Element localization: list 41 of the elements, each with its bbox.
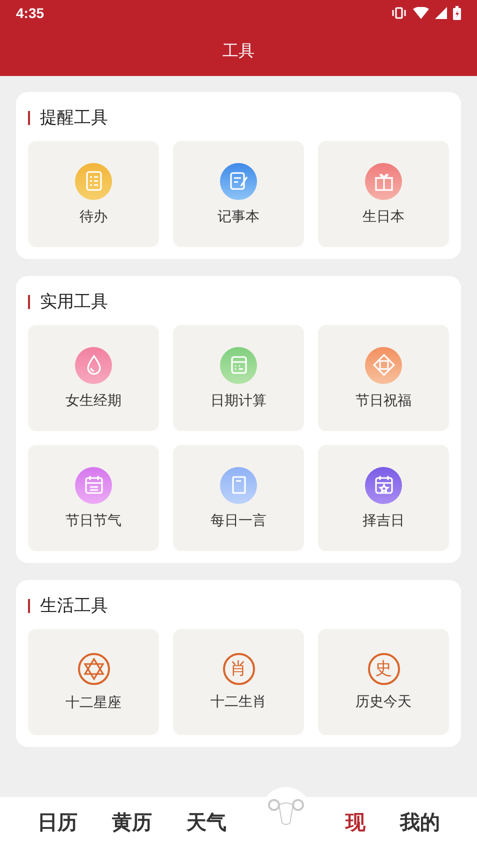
book-icon bbox=[220, 466, 257, 504]
nav-tab[interactable]: 天气 bbox=[186, 809, 226, 836]
section-title: 提醒工具 bbox=[40, 107, 108, 129]
todo-icon bbox=[75, 162, 112, 200]
tool-tile[interactable]: 女生经期 bbox=[28, 325, 159, 431]
tool-tile[interactable]: 待办 bbox=[28, 141, 159, 247]
starcal-icon bbox=[365, 466, 402, 504]
tool-tile[interactable]: 史 历史今天 bbox=[318, 629, 449, 735]
battery-icon bbox=[453, 6, 461, 20]
tool-tile[interactable]: 日期计算 bbox=[173, 325, 304, 431]
tool-tile[interactable]: 择吉日 bbox=[318, 445, 449, 551]
seal-icon: 史 bbox=[368, 653, 400, 685]
status-time: 4:35 bbox=[16, 5, 44, 21]
signal-icon bbox=[435, 7, 447, 19]
blessing-icon bbox=[365, 346, 402, 384]
nav-tab[interactable]: 黄历 bbox=[112, 809, 152, 836]
drop-icon bbox=[75, 346, 112, 384]
gift-icon bbox=[365, 162, 402, 200]
nav-tab[interactable]: 现 bbox=[345, 809, 366, 836]
accent-bar bbox=[28, 294, 30, 308]
tool-tile[interactable]: 节日节气 bbox=[28, 445, 159, 551]
calc-icon bbox=[220, 346, 257, 384]
tool-tile[interactable]: 记事本 bbox=[173, 141, 304, 247]
accent-bar bbox=[28, 110, 30, 124]
vibrate-icon bbox=[391, 7, 407, 19]
wifi-icon bbox=[413, 7, 429, 19]
tool-tile[interactable]: 十二星座 bbox=[28, 629, 159, 735]
tool-tile[interactable]: 每日一言 bbox=[173, 445, 304, 551]
accent-bar bbox=[28, 598, 30, 612]
nav-tab[interactable]: 我的 bbox=[400, 809, 440, 836]
section-title: 生活工具 bbox=[40, 595, 108, 617]
tool-tile[interactable]: 生日本 bbox=[318, 141, 449, 247]
tool-tile[interactable]: 节日祝福 bbox=[318, 325, 449, 431]
page-title: 工具 bbox=[222, 40, 256, 62]
calendar-icon bbox=[75, 466, 112, 504]
tool-tile[interactable]: 肖 十二生肖 bbox=[173, 629, 304, 735]
nav-tab[interactable]: 日历 bbox=[37, 809, 78, 836]
section-title: 实用工具 bbox=[40, 291, 108, 313]
seal-icon: 肖 bbox=[222, 653, 254, 685]
sheep-icon bbox=[266, 796, 306, 826]
note-icon bbox=[220, 162, 257, 200]
